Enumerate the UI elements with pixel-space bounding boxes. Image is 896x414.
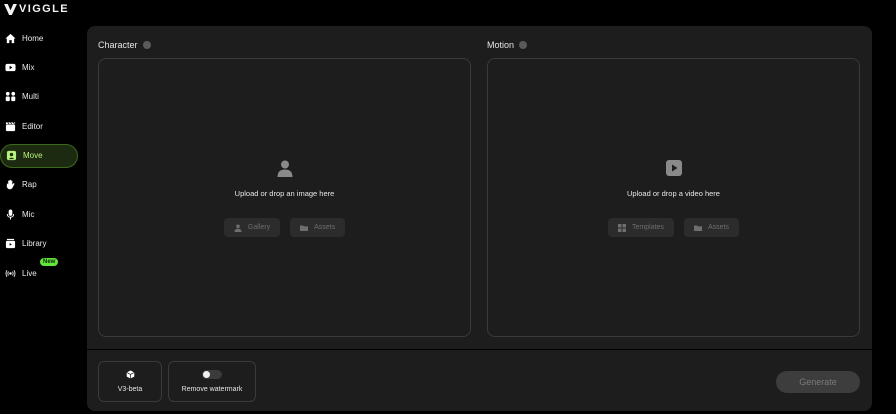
folder-icon	[693, 225, 702, 231]
watermark-toggle[interactable]	[202, 370, 222, 379]
sidebar-item-multi[interactable]: Multi	[0, 85, 82, 109]
clapperboard-icon	[5, 121, 16, 132]
folder-icon	[300, 225, 309, 231]
sidebar-nav: Home Mix Multi Editor Move Rap Mic Libra…	[0, 24, 82, 285]
panel-divider	[87, 349, 872, 350]
sidebar-item-mic[interactable]: Mic	[0, 202, 82, 226]
motion-title: Motion	[487, 40, 515, 50]
character-title: Character	[98, 40, 138, 50]
model-selector[interactable]: V3-beta	[98, 361, 162, 402]
info-icon[interactable]	[519, 41, 528, 49]
motion-upload-prompt: Upload or drop a video here	[627, 189, 720, 198]
sidebar-item-label: Home	[22, 33, 44, 43]
person-box-icon	[6, 150, 17, 161]
sidebar-item-home[interactable]: Home	[0, 26, 82, 50]
motion-drop-zone[interactable]: Upload or drop a video here Templates As…	[487, 58, 860, 337]
hand-wave-icon	[5, 179, 16, 190]
home-icon	[5, 33, 16, 44]
sidebar-item-rap[interactable]: Rap	[0, 173, 82, 197]
sidebar-item-move[interactable]: Move	[0, 143, 78, 168]
sidebar-item-label: Live	[22, 268, 37, 278]
sidebar-item-label: Rap	[22, 180, 37, 190]
person-upload-icon	[276, 159, 294, 177]
viggle-logo-icon	[4, 3, 17, 15]
character-upload-prompt: Upload or drop an image here	[234, 189, 335, 198]
person-icon	[234, 224, 242, 232]
character-assets-button[interactable]: Assets	[290, 218, 346, 237]
brand-name: VIGGLE	[19, 3, 69, 15]
model-label: V3-beta	[117, 386, 143, 393]
grid-icon	[618, 223, 627, 232]
play-box-icon	[5, 62, 16, 73]
info-icon[interactable]	[142, 41, 151, 49]
sidebar-item-live[interactable]: Live New	[0, 258, 82, 285]
character-source-buttons: Gallery Assets	[223, 218, 346, 237]
sidebar-item-label: Multi	[22, 92, 39, 102]
sidebar-item-label: Move	[23, 151, 43, 161]
main-panel: Character Motion Upload or drop an image…	[87, 26, 872, 411]
gallery-button[interactable]: Gallery	[223, 218, 281, 237]
motion-header: Motion	[487, 40, 528, 50]
sidebar-item-label: Mix	[22, 62, 35, 72]
people-icon	[5, 91, 16, 102]
video-upload-icon	[665, 159, 683, 177]
new-badge: New	[40, 258, 59, 267]
mic-icon	[5, 209, 16, 220]
library-icon	[5, 238, 16, 249]
sidebar-item-editor[interactable]: Editor	[0, 114, 82, 138]
sidebar-item-label: Mic	[22, 209, 35, 219]
sidebar-item-library[interactable]: Library	[0, 232, 82, 256]
motion-source-buttons: Templates Assets	[608, 218, 739, 237]
sidebar-item-label: Library	[22, 239, 47, 249]
character-header: Character	[98, 40, 151, 50]
broadcast-icon	[5, 268, 16, 279]
templates-button[interactable]: Templates	[608, 218, 674, 237]
motion-assets-button[interactable]: Assets	[683, 218, 739, 237]
brand-logo[interactable]: VIGGLE	[4, 3, 69, 15]
remove-watermark-option[interactable]: Remove watermark	[168, 361, 256, 402]
sidebar-item-mix[interactable]: Mix	[0, 55, 82, 79]
sidebar-item-label: Editor	[22, 121, 43, 131]
character-drop-zone[interactable]: Upload or drop an image here Gallery Ass…	[98, 58, 471, 337]
watermark-label: Remove watermark	[181, 386, 243, 393]
generate-button[interactable]: Generate	[776, 371, 860, 393]
cube-icon	[126, 370, 134, 379]
